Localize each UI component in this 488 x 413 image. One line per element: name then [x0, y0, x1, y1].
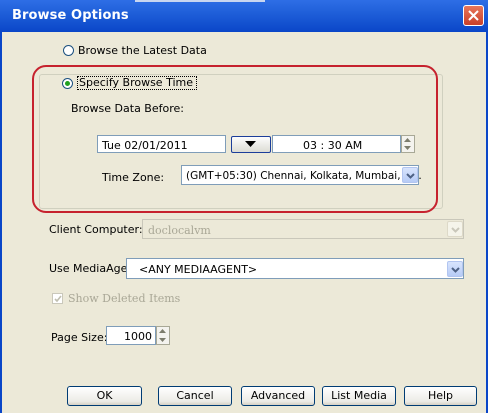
- background-window-edge: [135, 0, 265, 5]
- annotation-highlight: [32, 65, 438, 213]
- page-size-field[interactable]: 1000: [106, 326, 156, 345]
- client-computer-select[interactable]: doclocalvm: [142, 219, 464, 239]
- page-size-value: 1000: [124, 330, 152, 343]
- show-deleted-checkbox[interactable]: [52, 293, 63, 304]
- close-button[interactable]: [463, 5, 484, 26]
- browse-latest-radio[interactable]: [63, 45, 74, 56]
- browse-latest-label[interactable]: Browse the Latest Data: [78, 44, 207, 57]
- client-computer-value: doclocalvm: [148, 224, 211, 237]
- page-size-spinner[interactable]: [156, 326, 170, 345]
- close-icon: [468, 10, 479, 21]
- spin-down-button[interactable]: [157, 336, 169, 345]
- list-media-button[interactable]: List Media: [322, 386, 396, 406]
- media-agent-select[interactable]: <ANY MEDIAAGENT>: [126, 258, 464, 279]
- help-button[interactable]: Help: [404, 386, 477, 406]
- check-icon: [54, 295, 62, 303]
- window-title: Browse Options: [12, 8, 129, 23]
- spin-up-button[interactable]: [157, 327, 169, 336]
- advanced-button[interactable]: Advanced: [241, 386, 315, 406]
- page-size-label: Page Size:: [51, 331, 108, 344]
- ok-button[interactable]: OK: [67, 386, 142, 406]
- show-deleted-label: Show Deleted Items: [68, 292, 181, 305]
- browse-options-dialog: Browse Options Browse the Latest Data Sp…: [0, 0, 488, 413]
- media-agent-dropdown-button[interactable]: [447, 261, 463, 277]
- spin-up-icon: [159, 329, 166, 333]
- title-bar[interactable]: Browse Options: [0, 0, 488, 32]
- media-agent-value: <ANY MEDIAAGENT>: [139, 263, 258, 276]
- client-dropdown-button[interactable]: [447, 221, 463, 237]
- chevron-down-icon: [451, 227, 460, 233]
- spin-down-icon: [159, 337, 166, 342]
- cancel-button[interactable]: Cancel: [158, 386, 232, 406]
- chevron-down-icon: [451, 267, 460, 273]
- client-computer-label: Client Computer:: [49, 223, 143, 236]
